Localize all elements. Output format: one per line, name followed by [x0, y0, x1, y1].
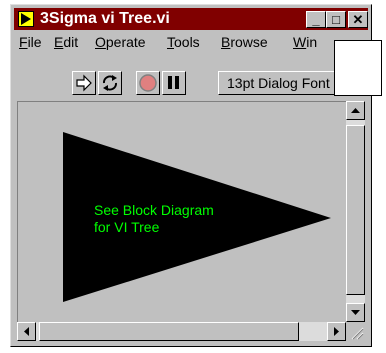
pause-icon [168, 76, 179, 89]
vertical-scrollbar[interactable] [346, 101, 365, 322]
resize-grip[interactable] [346, 322, 365, 341]
menu-windows[interactable]: Win [293, 34, 317, 50]
abort-execution-button[interactable] [136, 71, 160, 95]
run-continuously-icon [103, 75, 117, 91]
font-selector[interactable]: 13pt Dialog Font [218, 71, 350, 95]
pause-button[interactable] [162, 71, 186, 95]
close-button[interactable]: ✕ [348, 11, 368, 28]
scroll-right-button[interactable] [327, 322, 346, 341]
free-label: See Block Diagram for VI Tree [94, 202, 214, 236]
horizontal-scrollbar[interactable] [17, 322, 346, 341]
scroll-left-button[interactable] [17, 322, 36, 341]
menu-bar: File Edit Operate Tools Browse Win [14, 31, 368, 53]
labview-vi-icon[interactable] [18, 11, 34, 27]
arrow-left-icon [24, 327, 29, 336]
resize-grip-icon [351, 327, 364, 340]
menu-file[interactable]: File [19, 34, 42, 50]
abort-icon [139, 74, 157, 92]
vi-window: 3Sigma vi Tree.vi _ □ ✕ File Edit Operat… [10, 4, 372, 347]
arrow-right-icon [334, 327, 339, 336]
run-arrow-icon [76, 74, 92, 92]
window-title: 3Sigma vi Tree.vi [40, 10, 170, 27]
maximize-button[interactable]: □ [326, 11, 346, 28]
toolbar: 13pt Dialog Font [14, 55, 368, 97]
note-line-2: for VI Tree [94, 219, 160, 235]
run-continuously-button[interactable] [98, 71, 122, 95]
scroll-up-button[interactable] [346, 101, 365, 120]
scroll-down-button[interactable] [346, 303, 365, 322]
arrow-up-icon [351, 108, 360, 113]
note-line-1: See Block Diagram [94, 202, 214, 218]
minimize-button[interactable]: _ [306, 11, 326, 28]
menu-browse[interactable]: Browse [221, 34, 268, 50]
run-button[interactable] [72, 71, 96, 95]
vertical-scroll-thumb[interactable] [346, 125, 365, 295]
front-panel: See Block Diagram for VI Tree [17, 101, 346, 322]
horizontal-scroll-thumb[interactable] [39, 322, 299, 341]
arrow-down-icon [351, 310, 360, 315]
menu-tools[interactable]: Tools [167, 34, 200, 50]
vi-icon-pane[interactable] [334, 40, 382, 96]
menu-operate[interactable]: Operate [95, 34, 146, 50]
menu-edit[interactable]: Edit [54, 34, 78, 50]
title-bar[interactable]: 3Sigma vi Tree.vi _ □ ✕ [14, 8, 368, 30]
